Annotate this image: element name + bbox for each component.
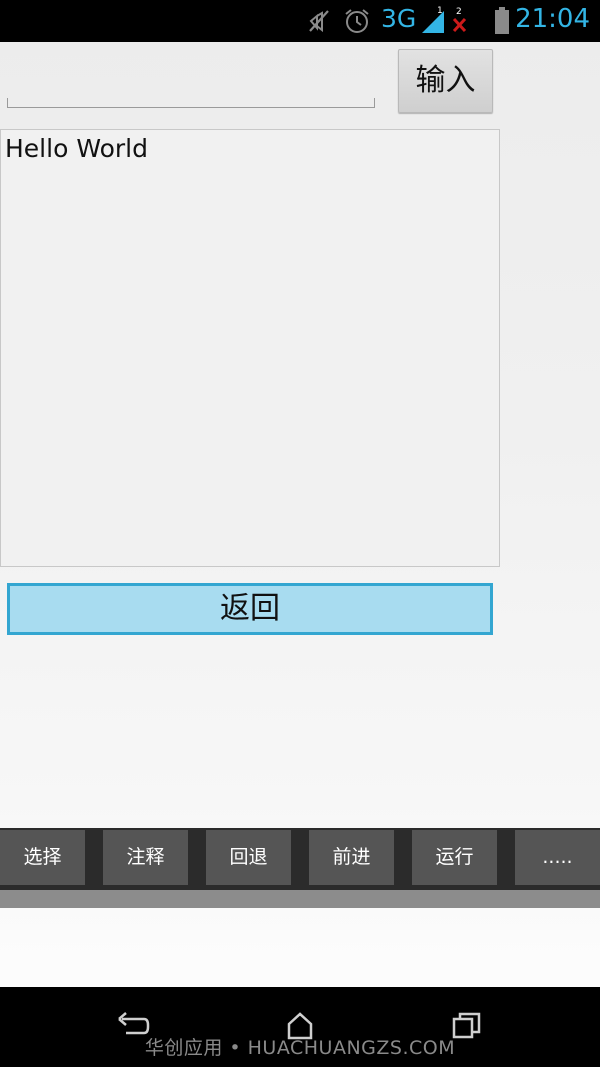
enter-button[interactable]: 输入 xyxy=(398,49,493,113)
comment-button[interactable]: 注释 xyxy=(103,830,188,885)
command-input[interactable] xyxy=(8,58,372,100)
mute-icon xyxy=(306,8,332,38)
battery-icon xyxy=(493,6,511,40)
back-button[interactable]: 返回 xyxy=(7,583,493,635)
status-bar: 3G 1 2 21:04 xyxy=(0,0,600,42)
more-button[interactable]: ..... xyxy=(515,830,600,885)
command-input-underline xyxy=(7,58,375,108)
redo-button[interactable]: 前进 xyxy=(309,830,394,885)
watermark: 华创应用 • HUACHUANGZS.COM xyxy=(144,1037,456,1059)
select-button[interactable]: 选择 xyxy=(0,830,85,885)
bottom-toolbar: 选择 注释 回退 前进 运行 ..... xyxy=(0,828,600,890)
clock: 21:04 xyxy=(515,4,590,34)
sim1-label: 1 xyxy=(437,6,443,16)
sim2-label: 2 xyxy=(456,7,462,17)
undo-button[interactable]: 回退 xyxy=(206,830,291,885)
run-button[interactable]: 运行 xyxy=(412,830,497,885)
signal-icon: 1 xyxy=(420,5,448,39)
no-signal-icon: 2 xyxy=(450,5,470,39)
output-textarea[interactable]: Hello World xyxy=(0,129,500,567)
alarm-icon xyxy=(343,7,371,39)
network-type: 3G xyxy=(381,4,417,33)
toolbar-divider xyxy=(0,890,600,908)
